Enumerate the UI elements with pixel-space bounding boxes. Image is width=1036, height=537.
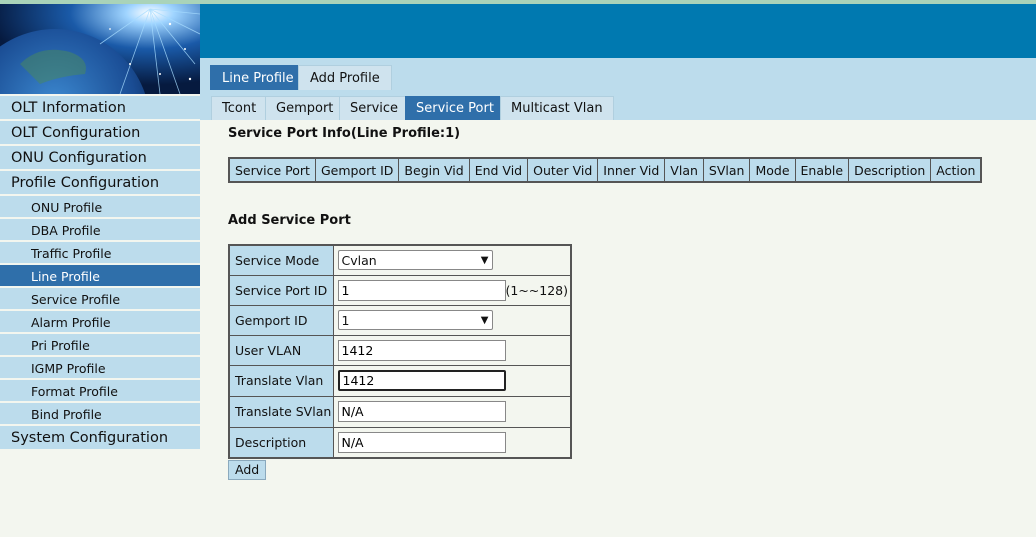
sidebar-item-line-profile[interactable]: Line Profile bbox=[0, 265, 200, 288]
tab-tcont[interactable]: Tcont bbox=[211, 96, 268, 120]
column-header: Gemport ID bbox=[314, 157, 400, 183]
column-header: Description bbox=[848, 157, 932, 183]
tab-gemport[interactable]: Gemport bbox=[265, 96, 345, 120]
translate-vlan-label: Translate Vlan bbox=[228, 364, 334, 397]
form-row-gemport-id: Gemport ID 1 ▼ bbox=[228, 304, 572, 336]
globe-banner-image bbox=[0, 4, 200, 94]
sidebar-item-olt-information[interactable]: OLT Information bbox=[0, 96, 200, 121]
tab-line-profile[interactable]: Line Profile bbox=[210, 65, 306, 90]
form-row-translate-svlan: Translate SVlan bbox=[228, 395, 572, 428]
tab-service[interactable]: Service bbox=[339, 96, 410, 120]
header-banner bbox=[200, 4, 1036, 58]
sidebar-item-system-configuration[interactable]: System Configuration bbox=[0, 426, 200, 451]
service-port-info-table: Service Port Gemport ID Begin Vid End Vi… bbox=[228, 157, 983, 183]
chevron-down-icon: ▼ bbox=[480, 314, 489, 326]
service-port-id-input[interactable] bbox=[337, 279, 506, 301]
column-header: Action bbox=[930, 157, 982, 183]
tab-service-port[interactable]: Service Port bbox=[405, 96, 505, 120]
sidebar-item-onu-profile[interactable]: ONU Profile bbox=[0, 196, 200, 219]
column-header: Inner Vid bbox=[597, 157, 666, 183]
gemport-id-label: Gemport ID bbox=[228, 304, 334, 336]
translate-vlan-input[interactable] bbox=[337, 370, 506, 391]
sidebar-item-onu-configuration[interactable]: ONU Configuration bbox=[0, 146, 200, 171]
gemport-id-select[interactable]: 1 ▼ bbox=[337, 310, 493, 330]
column-header: Service Port bbox=[228, 157, 316, 183]
service-port-id-range-hint: (1~~128) bbox=[505, 282, 569, 298]
form-row-translate-vlan: Translate Vlan bbox=[228, 364, 572, 397]
service-mode-label: Service Mode bbox=[228, 244, 334, 276]
tab-add-profile[interactable]: Add Profile bbox=[298, 65, 392, 90]
tab-multicast-vlan[interactable]: Multicast Vlan bbox=[500, 96, 614, 120]
user-vlan-label: User VLAN bbox=[228, 334, 334, 366]
form-row-service-port-id: Service Port ID (1~~128) bbox=[228, 274, 572, 306]
column-header: Vlan bbox=[664, 157, 704, 183]
service-mode-select[interactable]: Cvlan ▼ bbox=[337, 250, 493, 271]
add-service-port-form: Service Mode Cvlan ▼ Service Port ID (1~… bbox=[228, 244, 572, 459]
sidebar-item-igmp-profile[interactable]: IGMP Profile bbox=[0, 357, 200, 380]
gemport-id-value: 1 bbox=[341, 312, 350, 328]
column-header: Begin Vid bbox=[398, 157, 470, 183]
sidebar-item-traffic-profile[interactable]: Traffic Profile bbox=[0, 242, 200, 265]
sidebar-item-format-profile[interactable]: Format Profile bbox=[0, 380, 200, 403]
description-label: Description bbox=[228, 426, 334, 459]
column-header: Enable bbox=[794, 157, 850, 183]
service-port-info-title: Service Port Info(Line Profile:1) bbox=[228, 126, 461, 141]
sidebar-item-dba-profile[interactable]: DBA Profile bbox=[0, 219, 200, 242]
add-button[interactable]: Add bbox=[228, 460, 267, 480]
column-header: SVlan bbox=[702, 157, 751, 183]
user-vlan-input[interactable] bbox=[337, 339, 506, 361]
column-header: Outer Vid bbox=[527, 157, 599, 183]
translate-svlan-input[interactable] bbox=[337, 401, 506, 422]
table-header-row: Service Port Gemport ID Begin Vid End Vi… bbox=[228, 157, 982, 183]
column-header: Mode bbox=[749, 157, 796, 183]
sidebar: OLT Information OLT Configuration ONU Co… bbox=[0, 96, 200, 451]
sidebar-item-pri-profile[interactable]: Pri Profile bbox=[0, 334, 200, 357]
service-port-id-label: Service Port ID bbox=[228, 274, 334, 306]
form-row-service-mode: Service Mode Cvlan ▼ bbox=[228, 244, 572, 276]
translate-svlan-label: Translate SVlan bbox=[228, 395, 334, 428]
description-input[interactable] bbox=[337, 431, 506, 453]
sidebar-item-bind-profile[interactable]: Bind Profile bbox=[0, 403, 200, 426]
column-header: End Vid bbox=[468, 157, 529, 183]
form-row-user-vlan: User VLAN bbox=[228, 334, 572, 366]
add-service-port-title: Add Service Port bbox=[228, 213, 351, 228]
chevron-down-icon: ▼ bbox=[480, 254, 489, 266]
globe-image bbox=[0, 4, 200, 94]
sidebar-item-alarm-profile[interactable]: Alarm Profile bbox=[0, 311, 200, 334]
form-row-description: Description bbox=[228, 426, 572, 459]
service-mode-value: Cvlan bbox=[341, 252, 377, 268]
sidebar-item-profile-configuration[interactable]: Profile Configuration bbox=[0, 171, 200, 196]
sidebar-item-olt-configuration[interactable]: OLT Configuration bbox=[0, 121, 200, 146]
sidebar-item-service-profile[interactable]: Service Profile bbox=[0, 288, 200, 311]
